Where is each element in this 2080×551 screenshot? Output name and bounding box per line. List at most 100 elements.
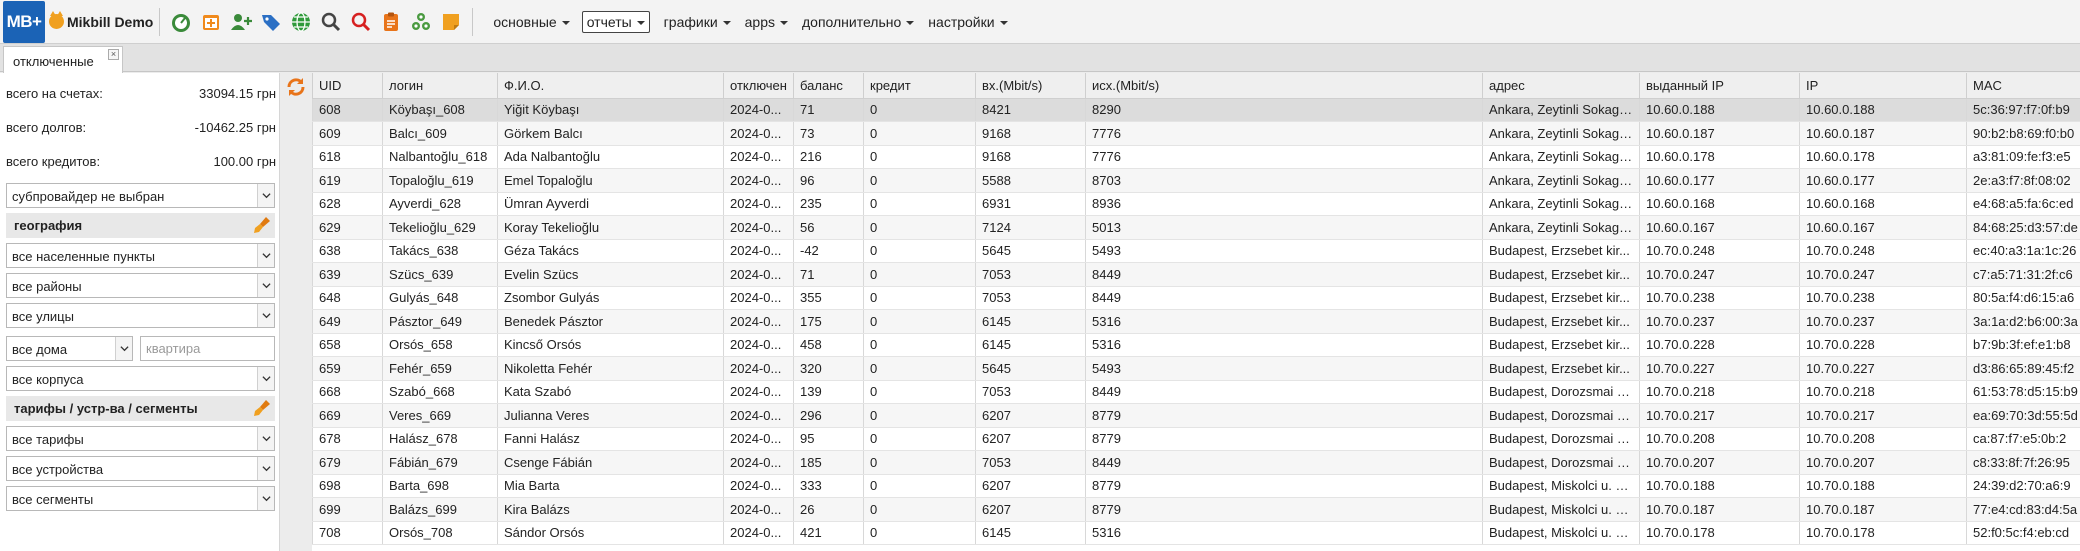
add-user-icon[interactable] (230, 11, 253, 33)
cell-credit: 0 (863, 192, 976, 216)
menu-settings[interactable]: настройки (928, 14, 1008, 30)
cell-credit: 0 (863, 333, 976, 357)
cell-fullname: Mia Barta (497, 474, 724, 498)
table-row[interactable]: 609 Balcı_609 Görkem Balcı 2024-0... 73 0 9168… (312, 121, 2080, 146)
table-row[interactable]: 648 Gulyás_648 Zsombor Gulyás 2024-0... 355 0… (312, 286, 2080, 310)
cell-disconnected: 2024-0... (723, 333, 794, 357)
cell-address: Ankara, Zeytinli Sokagi ... (1482, 121, 1640, 146)
tags-icon[interactable] (260, 11, 282, 33)
table-row[interactable]: 678 Halász_678 Fanni Halász 2024-0... 95 0 620… (312, 427, 2080, 451)
column-header-credit[interactable]: кредит (863, 73, 976, 99)
cell-credit: 0 (863, 474, 976, 498)
search-icon[interactable] (320, 11, 342, 33)
houses-select[interactable]: все дома (6, 336, 133, 361)
table-row[interactable]: 649 Pásztor_649 Benedek Pásztor 2024-0... 17… (312, 309, 2080, 334)
cell-rx: 6207 (975, 474, 1086, 498)
column-header-disconnected[interactable]: отключен (723, 73, 794, 99)
caret-down-icon (722, 20, 731, 25)
streets-select[interactable]: все улицы (6, 303, 275, 328)
menu-apps[interactable]: apps (745, 14, 788, 30)
cell-login: Gulyás_648 (382, 286, 498, 310)
table-row[interactable]: 658 Orsós_658 Kincső Orsós 2024-0... 458 0 614… (312, 333, 2080, 357)
table-row[interactable]: 668 Szabó_668 Kata Szabó 2024-0... 139 0 7053 8… (312, 380, 2080, 404)
search-red-icon[interactable] (350, 11, 372, 33)
menu-reports[interactable]: отчеты (581, 10, 650, 33)
globe-icon[interactable] (290, 11, 312, 33)
cell-fullname: Kata Szabó (497, 380, 724, 404)
tariffs-section-header[interactable]: тарифы / устр-ва / сегменты (6, 396, 275, 421)
localities-select[interactable]: все населенные пункты (6, 243, 275, 268)
cell-login: Tekelioğlu_629 (382, 215, 498, 240)
menu-charts[interactable]: графики (664, 14, 731, 30)
column-header-mac[interactable]: MAC (1966, 73, 2080, 99)
column-header-tx[interactable]: исх.(Mbit/s) (1085, 73, 1483, 99)
cell-balance: 139 (793, 380, 864, 404)
clear-brush-icon[interactable] (252, 398, 272, 418)
column-header-address[interactable]: адрес (1482, 73, 1640, 99)
cell-disconnected: 2024-0... (723, 98, 794, 122)
tab-strip: отключенные × (0, 44, 2080, 73)
cell-fullname: Görkem Balcı (497, 121, 724, 146)
cell-login: Topaloğlu_619 (382, 168, 498, 193)
column-header-ip[interactable]: IP (1799, 73, 1967, 99)
subprovider-select[interactable]: субпровайдер не выбран (6, 183, 275, 208)
cell-tx: 8703 (1085, 168, 1483, 193)
cell-disconnected: 2024-0... (723, 521, 794, 545)
table-row[interactable]: 608 Köybaşı_608 Yiğit Köybaşı 2024-0... 71 0 8… (312, 98, 2080, 122)
chevron-down-icon (257, 427, 274, 450)
table-row[interactable]: 629 Tekelioğlu_629 Koray Tekelioğlu 2024-0.… (312, 215, 2080, 240)
buildings-select[interactable]: все корпуса (6, 366, 275, 391)
table-row[interactable]: 618 Nalbantoğlu_618 Ada Nalbantoğlu 2024-0.… (312, 145, 2080, 169)
chevron-down-icon (257, 184, 274, 207)
column-header-login[interactable]: логин (382, 73, 498, 99)
table-row[interactable]: 659 Fehér_659 Nikoletta Fehér 2024-0... 320 0… (312, 356, 2080, 381)
devices-select[interactable]: все устройства (6, 456, 275, 481)
chevron-down-icon (257, 457, 274, 480)
tab-disconnected[interactable]: отключенные × (3, 46, 123, 73)
table-row[interactable]: 669 Veres_669 Julianna Veres 2024-0... 296 0 6… (312, 403, 2080, 428)
cell-balance: 71 (793, 262, 864, 287)
clear-brush-icon[interactable] (252, 215, 272, 235)
table-row[interactable]: 708 Orsós_708 Sándor Orsós 2024-0... 421 0 614… (312, 521, 2080, 545)
refresh-icon[interactable] (285, 76, 307, 98)
dashboard-icon[interactable] (170, 11, 192, 33)
add-tab-icon[interactable] (200, 11, 222, 33)
segments-select[interactable]: все сегменты (6, 486, 275, 511)
cell-assigned-ip: 10.60.0.177 (1639, 168, 1800, 193)
cell-assigned-ip: 10.60.0.167 (1639, 215, 1800, 240)
cell-assigned-ip: 10.70.0.218 (1639, 380, 1800, 404)
chevron-down-icon (257, 274, 274, 297)
table-row[interactable]: 638 Takács_638 Géza Takács 2024-0... -42 0 564… (312, 239, 2080, 263)
apartment-input[interactable] (140, 336, 275, 361)
table-row[interactable]: 698 Barta_698 Mia Barta 2024-0... 333 0 6207 87… (312, 474, 2080, 498)
menu-main[interactable]: основные (493, 14, 570, 30)
geography-section-header[interactable]: география (6, 213, 275, 238)
cell-balance: 333 (793, 474, 864, 498)
menu-additional[interactable]: дополнительно (802, 14, 915, 30)
table-row[interactable]: 639 Szücs_639 Evelin Szücs 2024-0... 71 0 7053… (312, 262, 2080, 287)
table-row[interactable]: 699 Balázs_699 Kira Balázs 2024-0... 26 0 6207… (312, 497, 2080, 522)
cell-rx: 9168 (975, 145, 1086, 169)
column-header-uid[interactable]: UID (312, 73, 383, 99)
cell-fullname: Julianna Veres (497, 403, 724, 428)
districts-select[interactable]: все районы (6, 273, 275, 298)
clipboard-icon[interactable] (380, 11, 402, 33)
column-header-rx[interactable]: вх.(Mbit/s) (975, 73, 1086, 99)
column-header-assigned-ip[interactable]: выданный IP (1639, 73, 1800, 99)
close-icon[interactable]: × (108, 49, 119, 60)
table-row[interactable]: 628 Ayverdi_628 Ümran Ayverdi 2024-0... 235 0… (312, 192, 2080, 216)
cell-login: Nalbantoğlu_618 (382, 145, 498, 169)
app-brand[interactable]: Mikbill Demo (49, 11, 153, 30)
cell-uid: 678 (312, 427, 383, 451)
app-logo[interactable]: MB+ (3, 0, 45, 43)
column-header-balance[interactable]: баланс (793, 73, 864, 99)
sticky-note-icon[interactable] (440, 11, 462, 33)
column-header-fullname[interactable]: Ф.И.О. (497, 73, 724, 99)
table-row[interactable]: 619 Topaloğlu_619 Emel Topaloğlu 2024-0... 9… (312, 168, 2080, 193)
cell-disconnected: 2024-0... (723, 450, 794, 475)
table-row[interactable]: 679 Fábián_679 Csenge Fábián 2024-0... 185 0 7… (312, 450, 2080, 475)
network-icon[interactable] (410, 11, 432, 33)
cell-disconnected: 2024-0... (723, 474, 794, 498)
cell-uid: 628 (312, 192, 383, 216)
tariffs-select[interactable]: все тарифы (6, 426, 275, 451)
